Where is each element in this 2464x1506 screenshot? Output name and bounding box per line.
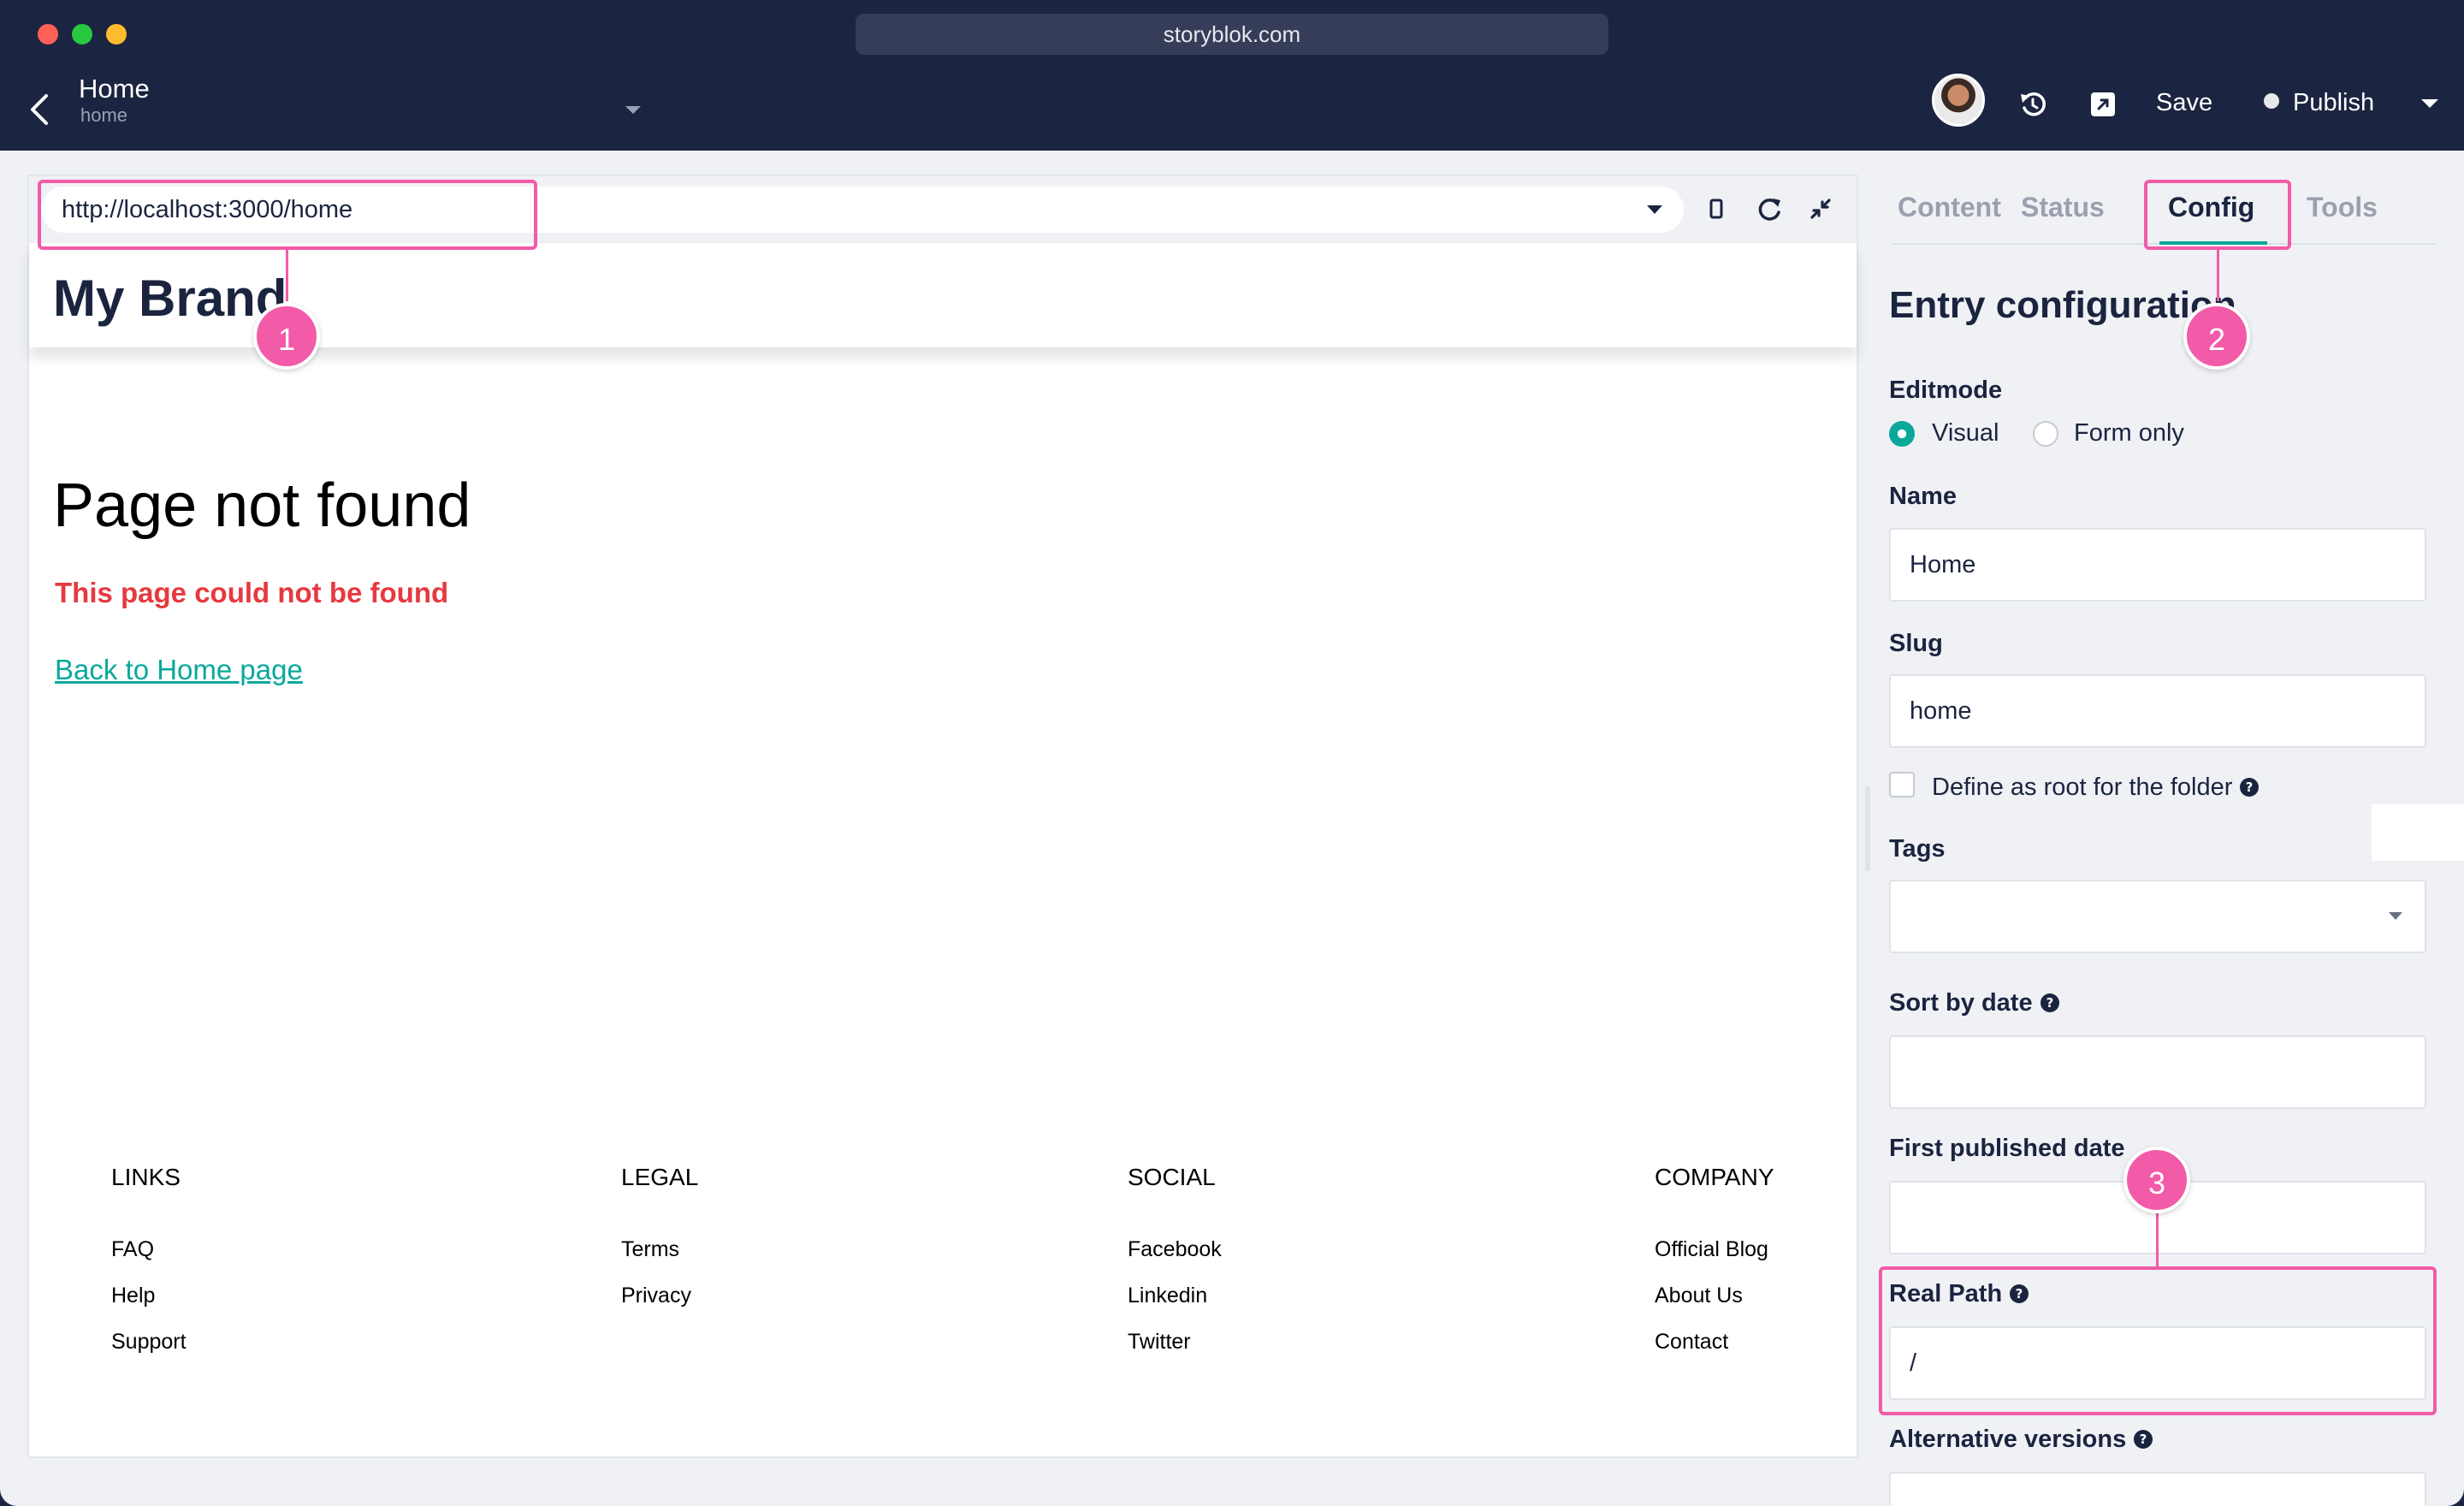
first-published-label: First published date — [1889, 1135, 2125, 1162]
tags-label: Tags — [1889, 835, 1946, 863]
annotation-connector — [2156, 1213, 2159, 1268]
tags-select[interactable] — [1889, 880, 2426, 953]
footer-link[interactable]: Support — [111, 1330, 187, 1376]
name-field[interactable]: Home — [1889, 528, 2426, 602]
close-window-button[interactable] — [38, 24, 58, 44]
not-found-subtitle: This page could not be found — [55, 577, 449, 608]
browser-address-bar[interactable]: storyblok.com — [856, 14, 1608, 55]
svg-text:?: ? — [2246, 780, 2254, 795]
alternative-versions-label-text: Alternative versions — [1889, 1426, 2127, 1453]
highlight-preview-url — [38, 180, 537, 250]
define-root-label-text: Define as root for the folder — [1932, 774, 2233, 801]
define-root-label: Define as root for the folder? — [1932, 774, 2260, 802]
site-brand[interactable]: My Brand — [53, 269, 287, 328]
sort-by-date-label-text: Sort by date — [1889, 989, 2033, 1017]
highlight-real-path — [1879, 1266, 2437, 1415]
footer-heading: LEGAL — [621, 1164, 699, 1190]
footer-column-legal: LEGAL Terms Privacy — [621, 1164, 698, 1330]
minimize-window-button[interactable] — [72, 24, 92, 44]
avatar[interactable] — [1932, 74, 1985, 127]
device-icon[interactable] — [1701, 192, 1732, 226]
slug-field[interactable]: home — [1889, 674, 2426, 748]
tab-tools[interactable]: Tools — [2307, 192, 2378, 223]
slug-label: Slug — [1889, 630, 1943, 657]
sort-by-date-field[interactable] — [1889, 1035, 2426, 1109]
name-label: Name — [1889, 483, 1957, 510]
back-home-link[interactable]: Back to Home page — [55, 654, 303, 686]
annotation-badge: 2 — [2183, 303, 2250, 370]
help-icon[interactable]: ? — [2239, 777, 2260, 797]
story-name: Home — [79, 74, 150, 104]
back-arrow-icon[interactable] — [24, 87, 58, 132]
annotation-badge: 1 — [253, 303, 320, 370]
annotation-connector — [286, 248, 288, 301]
alternative-versions-label: Alternative versions? — [1889, 1426, 2153, 1454]
editmode-visual-label[interactable]: Visual — [1932, 419, 1999, 448]
panel-scroll-gap — [2372, 804, 2464, 861]
svg-text:?: ? — [2046, 995, 2053, 1011]
not-found-title: Page not found — [53, 471, 471, 540]
chevron-down-icon — [2389, 912, 2402, 920]
help-icon[interactable]: ? — [2040, 993, 2060, 1013]
define-root-checkbox[interactable] — [1889, 772, 1915, 797]
footer-column-links: LINKS FAQ Help Support — [111, 1164, 187, 1376]
chevron-down-icon[interactable] — [1646, 204, 1663, 216]
footer-link[interactable]: Terms — [621, 1237, 698, 1284]
reload-icon[interactable] — [1754, 192, 1785, 226]
highlight-config-tab — [2144, 180, 2291, 250]
footer-heading: LINKS — [111, 1164, 181, 1190]
story-slug: home — [80, 104, 128, 126]
footer-link[interactable]: About Us — [1655, 1284, 1774, 1330]
tab-status[interactable]: Status — [2021, 192, 2105, 223]
footer-link[interactable]: FAQ — [111, 1237, 187, 1284]
svg-text:?: ? — [2140, 1432, 2147, 1447]
footer-link[interactable]: Linkedin — [1128, 1284, 1222, 1330]
annotation-badge: 3 — [2123, 1147, 2190, 1213]
footer-link[interactable]: Privacy — [621, 1284, 698, 1330]
open-external-icon[interactable] — [2086, 87, 2120, 122]
collapse-icon[interactable] — [1805, 192, 1836, 226]
footer-heading: COMPANY — [1655, 1164, 1774, 1190]
editmode-form-only-radio[interactable] — [2033, 421, 2058, 447]
panel-resize-handle[interactable] — [1865, 786, 1870, 871]
footer-column-company: COMPANY Official Blog About Us Contact — [1655, 1164, 1774, 1376]
history-icon[interactable] — [2016, 87, 2050, 122]
footer-link[interactable]: Twitter — [1128, 1330, 1222, 1376]
footer-heading: SOCIAL — [1128, 1164, 1216, 1190]
footer-link[interactable]: Official Blog — [1655, 1237, 1774, 1284]
alternative-versions-field[interactable] — [1889, 1472, 2426, 1506]
footer-column-social: SOCIAL Facebook Linkedin Twitter — [1128, 1164, 1222, 1376]
app-header: Home home Save Publish — [0, 68, 2464, 151]
publish-button[interactable]: Publish — [2293, 84, 2374, 122]
footer-link[interactable]: Facebook — [1128, 1237, 1222, 1284]
help-icon[interactable]: ? — [2133, 1429, 2153, 1450]
footer-link[interactable]: Contact — [1655, 1330, 1774, 1376]
sort-by-date-label: Sort by date? — [1889, 989, 2060, 1017]
tab-content[interactable]: Content — [1898, 192, 2001, 223]
zoom-window-button[interactable] — [106, 24, 127, 44]
publish-status-dot — [2264, 93, 2279, 109]
chevron-down-icon[interactable] — [2420, 96, 2440, 111]
chevron-down-icon[interactable] — [623, 99, 643, 120]
editmode-form-only-label[interactable]: Form only — [2074, 419, 2184, 448]
editmode-visual-radio[interactable] — [1889, 421, 1915, 447]
browser-titlebar: storyblok.com — [0, 0, 2464, 68]
entry-config-title: Entry configuration — [1889, 284, 2236, 326]
editmode-label: Editmode — [1889, 376, 2003, 404]
annotation-connector — [2217, 248, 2219, 301]
visual-preview: http://localhost:3000/home My Brand Page… — [27, 175, 1858, 1458]
footer-link[interactable]: Help — [111, 1284, 187, 1330]
save-button[interactable]: Save — [2156, 84, 2212, 122]
